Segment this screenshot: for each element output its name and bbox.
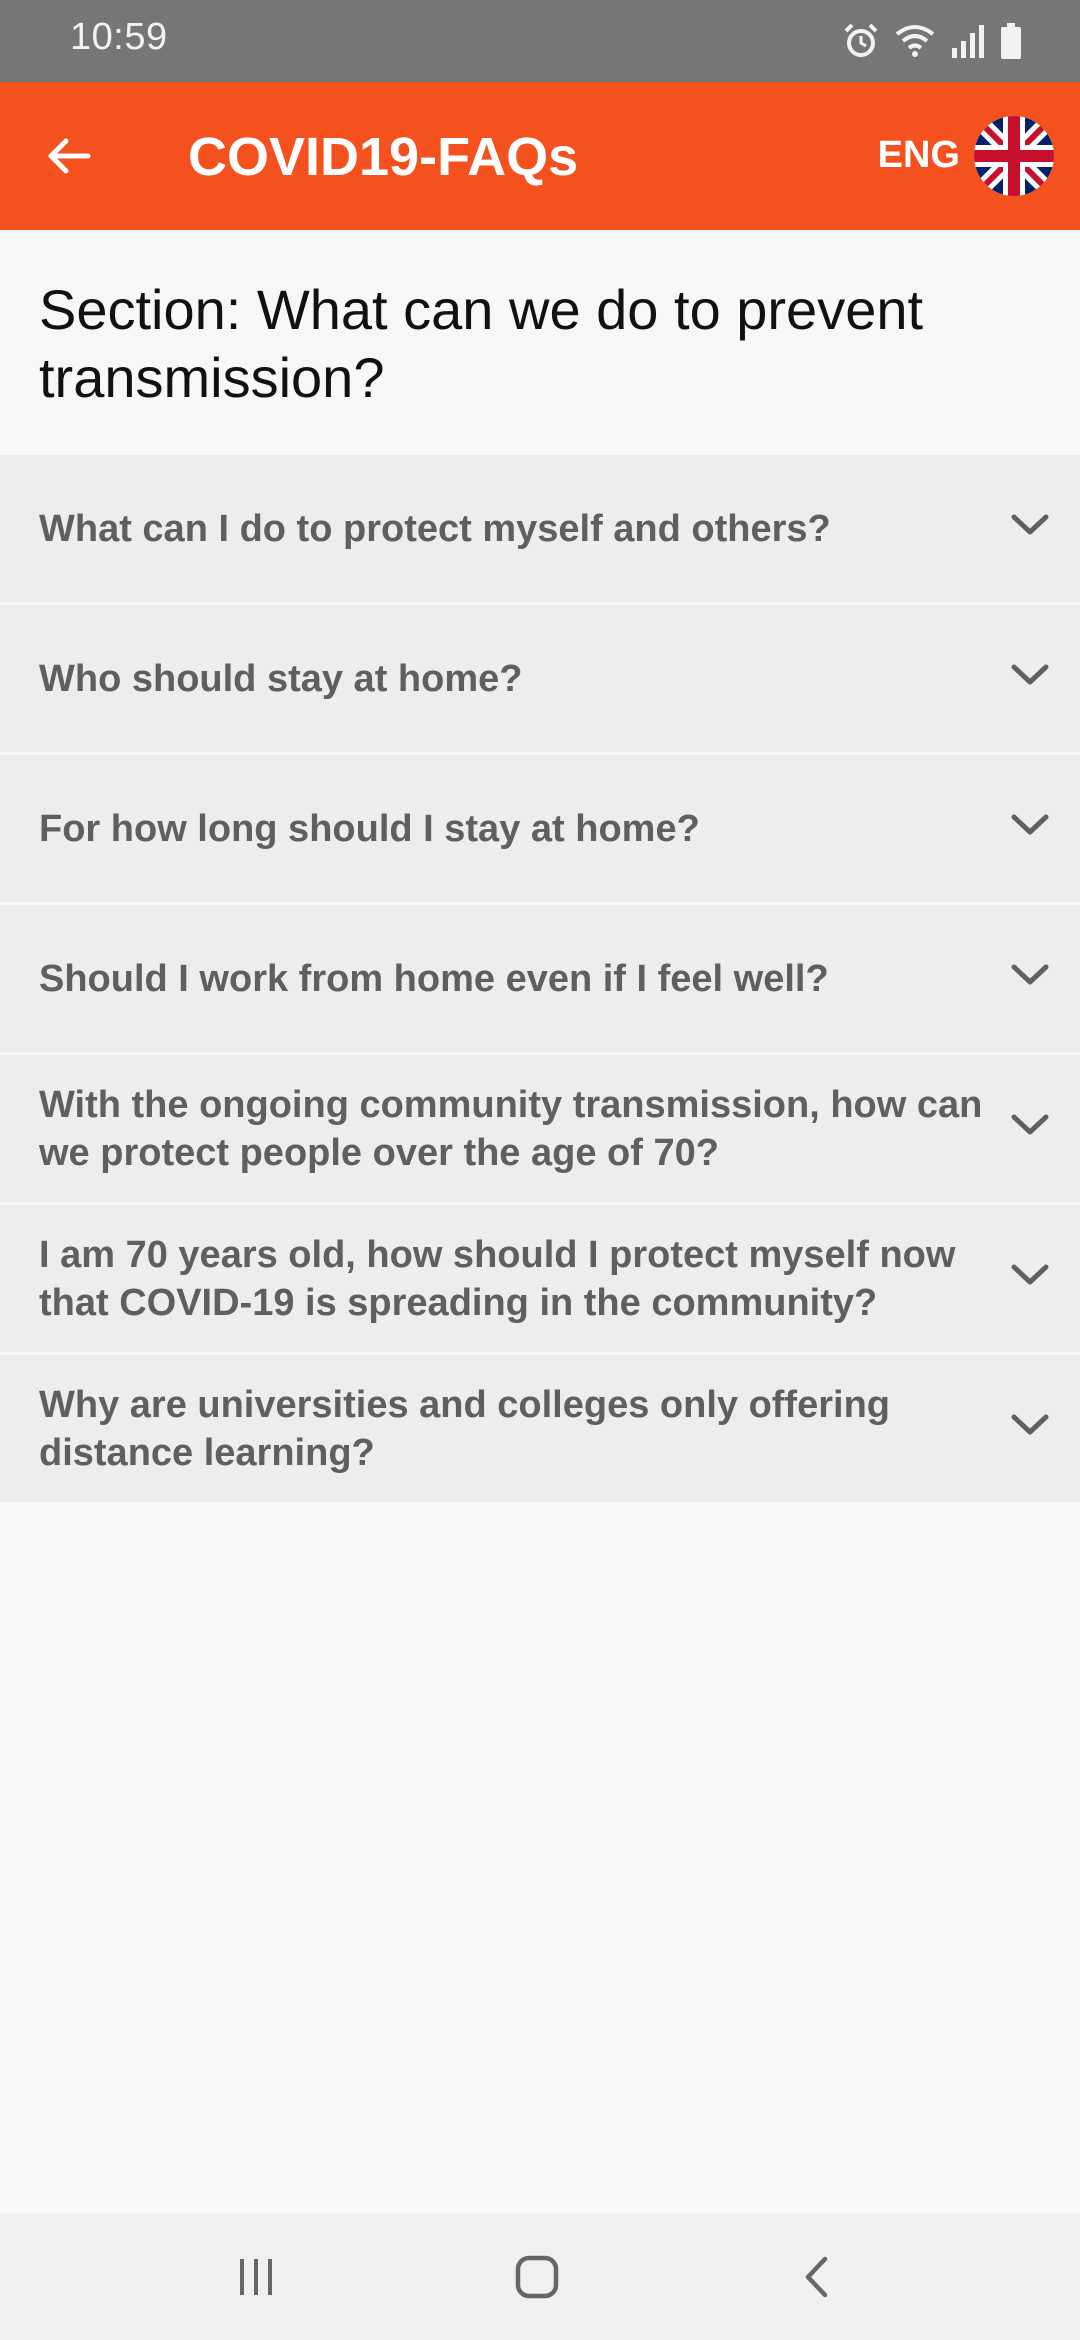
back-button[interactable]	[28, 118, 108, 198]
faq-question: What can I do to protect myself and othe…	[39, 507, 831, 550]
faq-item[interactable]: I am 70 years old, how should I protect …	[0, 1205, 1080, 1355]
chevron-down-icon[interactable]	[1004, 499, 1056, 551]
section-title: Section: What can we do to prevent trans…	[39, 278, 924, 409]
battery-icon	[1000, 22, 1022, 60]
section-header: Section: What can we do to prevent trans…	[0, 230, 1080, 455]
chevron-down-icon[interactable]	[1004, 799, 1056, 851]
faq-question: Who should stay at home?	[39, 657, 523, 700]
nav-bar	[0, 2214, 1080, 2340]
uk-flag-icon[interactable]	[974, 116, 1054, 196]
chevron-down-icon[interactable]	[1004, 649, 1056, 701]
home-icon[interactable]	[507, 2247, 567, 2307]
status-icons	[842, 20, 1022, 62]
faq-question: I am 70 years old, how should I protect …	[39, 1233, 956, 1324]
faq-question: Why are universities and colleges only o…	[39, 1383, 890, 1474]
faq-item[interactable]: For how long should I stay at home?	[0, 755, 1080, 905]
language-label[interactable]: ENG	[878, 134, 960, 177]
faq-item[interactable]: Should I work from home even if I feel w…	[0, 905, 1080, 1055]
wifi-icon	[894, 22, 936, 60]
faq-item[interactable]: With the ongoing community transmission,…	[0, 1055, 1080, 1205]
status-time: 10:59	[70, 16, 168, 58]
status-bar: 10:59	[0, 0, 1080, 82]
faq-question: With the ongoing community transmission,…	[39, 1083, 983, 1174]
faq-item[interactable]: What can I do to protect myself and othe…	[0, 455, 1080, 605]
faq-question: For how long should I stay at home?	[39, 807, 700, 850]
chevron-down-icon[interactable]	[1004, 1399, 1056, 1451]
faq-item[interactable]: Who should stay at home?	[0, 605, 1080, 755]
alarm-icon	[842, 22, 880, 60]
app-bar: COVID19-FAQs ENG	[0, 82, 1080, 230]
faq-item[interactable]: Why are universities and colleges only o…	[0, 1355, 1080, 1505]
chevron-down-icon[interactable]	[1004, 949, 1056, 1001]
recent-apps-icon[interactable]	[226, 2247, 286, 2307]
app-title: COVID19-FAQs	[188, 127, 579, 187]
screen: 10:59 COVID19-FAQs ENG Section: What can…	[0, 0, 1080, 2340]
faq-list: What can I do to protect myself and othe…	[0, 455, 1080, 1505]
arrow-left-icon	[44, 132, 92, 185]
chevron-down-icon[interactable]	[1004, 1249, 1056, 1301]
back-icon[interactable]	[788, 2247, 848, 2307]
chevron-down-icon[interactable]	[1004, 1099, 1056, 1151]
faq-question: Should I work from home even if I feel w…	[39, 957, 829, 1000]
signal-icon	[950, 22, 986, 60]
